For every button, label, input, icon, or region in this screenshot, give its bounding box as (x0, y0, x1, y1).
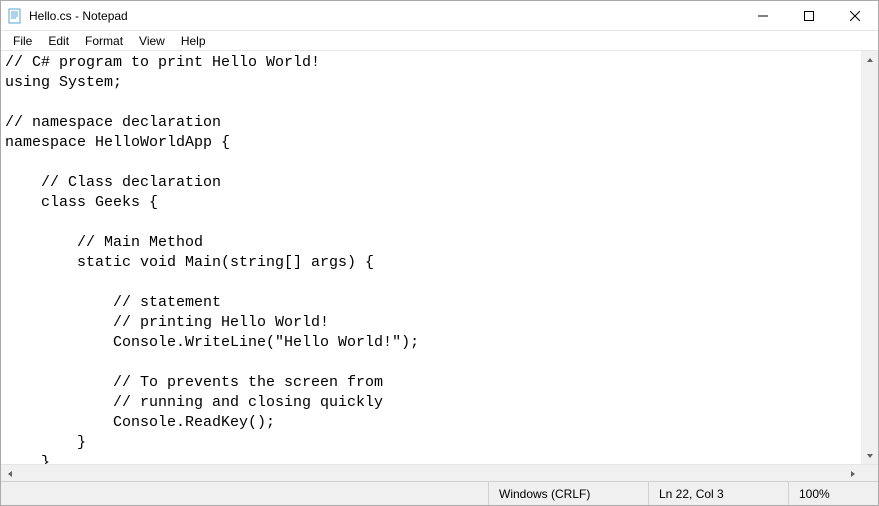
menu-edit[interactable]: Edit (40, 32, 77, 50)
menu-format[interactable]: Format (77, 32, 131, 50)
scroll-track-horizontal[interactable] (18, 465, 844, 481)
minimize-button[interactable] (740, 1, 786, 30)
status-cursor-position: Ln 22, Col 3 (648, 482, 788, 505)
scroll-right-icon[interactable] (844, 465, 861, 481)
menubar: File Edit Format View Help (1, 31, 878, 51)
close-button[interactable] (832, 1, 878, 30)
scroll-left-icon[interactable] (1, 465, 18, 481)
status-zoom: 100% (788, 482, 878, 505)
maximize-button[interactable] (786, 1, 832, 30)
scroll-up-icon[interactable] (861, 51, 878, 68)
window-controls (740, 1, 878, 30)
menu-help[interactable]: Help (173, 32, 214, 50)
scroll-down-icon[interactable] (861, 447, 878, 464)
menu-view[interactable]: View (131, 32, 173, 50)
window-title: Hello.cs - Notepad (29, 9, 740, 23)
notepad-icon (7, 8, 23, 24)
statusbar: Windows (CRLF) Ln 22, Col 3 100% (1, 481, 878, 505)
scroll-corner (861, 465, 878, 481)
text-editor[interactable]: // C# program to print Hello World! usin… (1, 51, 878, 464)
status-line-ending: Windows (CRLF) (488, 482, 648, 505)
vertical-scrollbar[interactable] (861, 51, 878, 464)
editor-area: // C# program to print Hello World! usin… (1, 51, 878, 481)
menu-file[interactable]: File (5, 32, 40, 50)
horizontal-scrollbar[interactable] (1, 464, 878, 481)
scroll-track-vertical[interactable] (861, 68, 878, 447)
titlebar: Hello.cs - Notepad (1, 1, 878, 31)
